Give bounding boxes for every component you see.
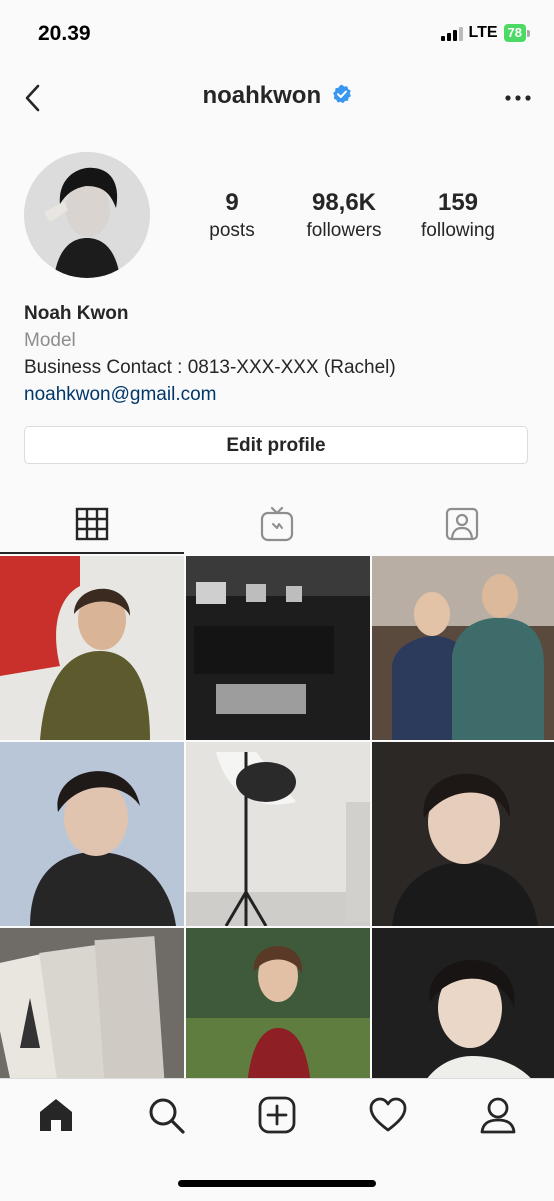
verified-badge-icon <box>332 84 352 109</box>
following-count: 159 <box>437 189 479 216</box>
profile-header: noahkwon <box>0 70 554 126</box>
post-thumbnail[interactable] <box>372 742 554 926</box>
display-name: Noah Kwon <box>24 303 129 324</box>
bio-text: Business Contact : 0813-XXX-XXX (Rachel) <box>24 357 396 378</box>
new-post-icon <box>258 1096 296 1134</box>
battery-icon: 78 <box>503 24 530 42</box>
followers-count: 98,6K <box>311 189 377 216</box>
profile-avatar[interactable] <box>24 152 150 278</box>
username: noahkwon <box>202 82 322 109</box>
more-options-button[interactable] <box>504 86 532 110</box>
tab-posts-grid[interactable] <box>0 494 184 554</box>
profile-icon <box>480 1097 516 1134</box>
home-icon <box>40 1099 72 1131</box>
status-bar: 20.39 LTE 78 <box>0 0 554 68</box>
activity-heart-icon <box>369 1097 407 1132</box>
post-thumbnail[interactable] <box>0 742 184 926</box>
posts-count: 9 <box>225 189 239 216</box>
post-thumbnail[interactable] <box>372 556 554 740</box>
nav-search[interactable] <box>146 1095 186 1135</box>
signal-icon <box>440 25 463 41</box>
post-thumbnail[interactable] <box>186 556 370 740</box>
post-thumbnail[interactable] <box>0 928 184 1078</box>
posts-label: posts <box>209 220 255 241</box>
igtv-icon <box>260 506 294 542</box>
search-icon <box>149 1098 185 1134</box>
nav-activity[interactable] <box>368 1095 408 1135</box>
following-label: following <box>421 220 495 241</box>
tab-tagged[interactable] <box>370 494 554 554</box>
active-tab-indicator <box>0 552 184 554</box>
bio-email-link[interactable]: noahkwon@gmail.com <box>24 381 534 408</box>
post-thumbnail[interactable] <box>186 742 370 926</box>
profile-bio: Noah Kwon Model Business Contact : 0813-… <box>24 300 534 408</box>
post-thumbnail[interactable] <box>186 928 370 1078</box>
profile-category: Model <box>24 330 76 351</box>
grid-icon <box>75 507 109 541</box>
nav-profile[interactable] <box>478 1095 518 1135</box>
more-horizontal-icon <box>505 95 531 101</box>
edit-profile-button[interactable]: Edit profile <box>24 426 528 464</box>
avatar-photo <box>24 152 150 278</box>
status-time: 20.39 <box>38 22 91 45</box>
post-thumbnail[interactable] <box>372 928 554 1078</box>
nav-home[interactable] <box>36 1095 76 1135</box>
network-type: LTE <box>468 24 498 41</box>
post-thumbnail[interactable] <box>0 556 184 740</box>
status-indicators: LTE 78 <box>440 24 530 42</box>
tagged-icon <box>445 507 479 541</box>
profile-tabs <box>0 494 554 554</box>
stat-posts: 9 posts <box>196 188 268 244</box>
battery-level: 78 <box>503 24 526 42</box>
home-indicator[interactable] <box>178 1180 376 1187</box>
username-title: noahkwon <box>0 82 554 110</box>
stat-following[interactable]: 159 following <box>410 188 506 244</box>
tab-igtv[interactable] <box>185 494 369 554</box>
posts-grid <box>0 556 554 1078</box>
stat-followers[interactable]: 98,6K followers <box>292 188 396 244</box>
nav-new-post[interactable] <box>257 1095 297 1135</box>
followers-label: followers <box>306 220 382 241</box>
